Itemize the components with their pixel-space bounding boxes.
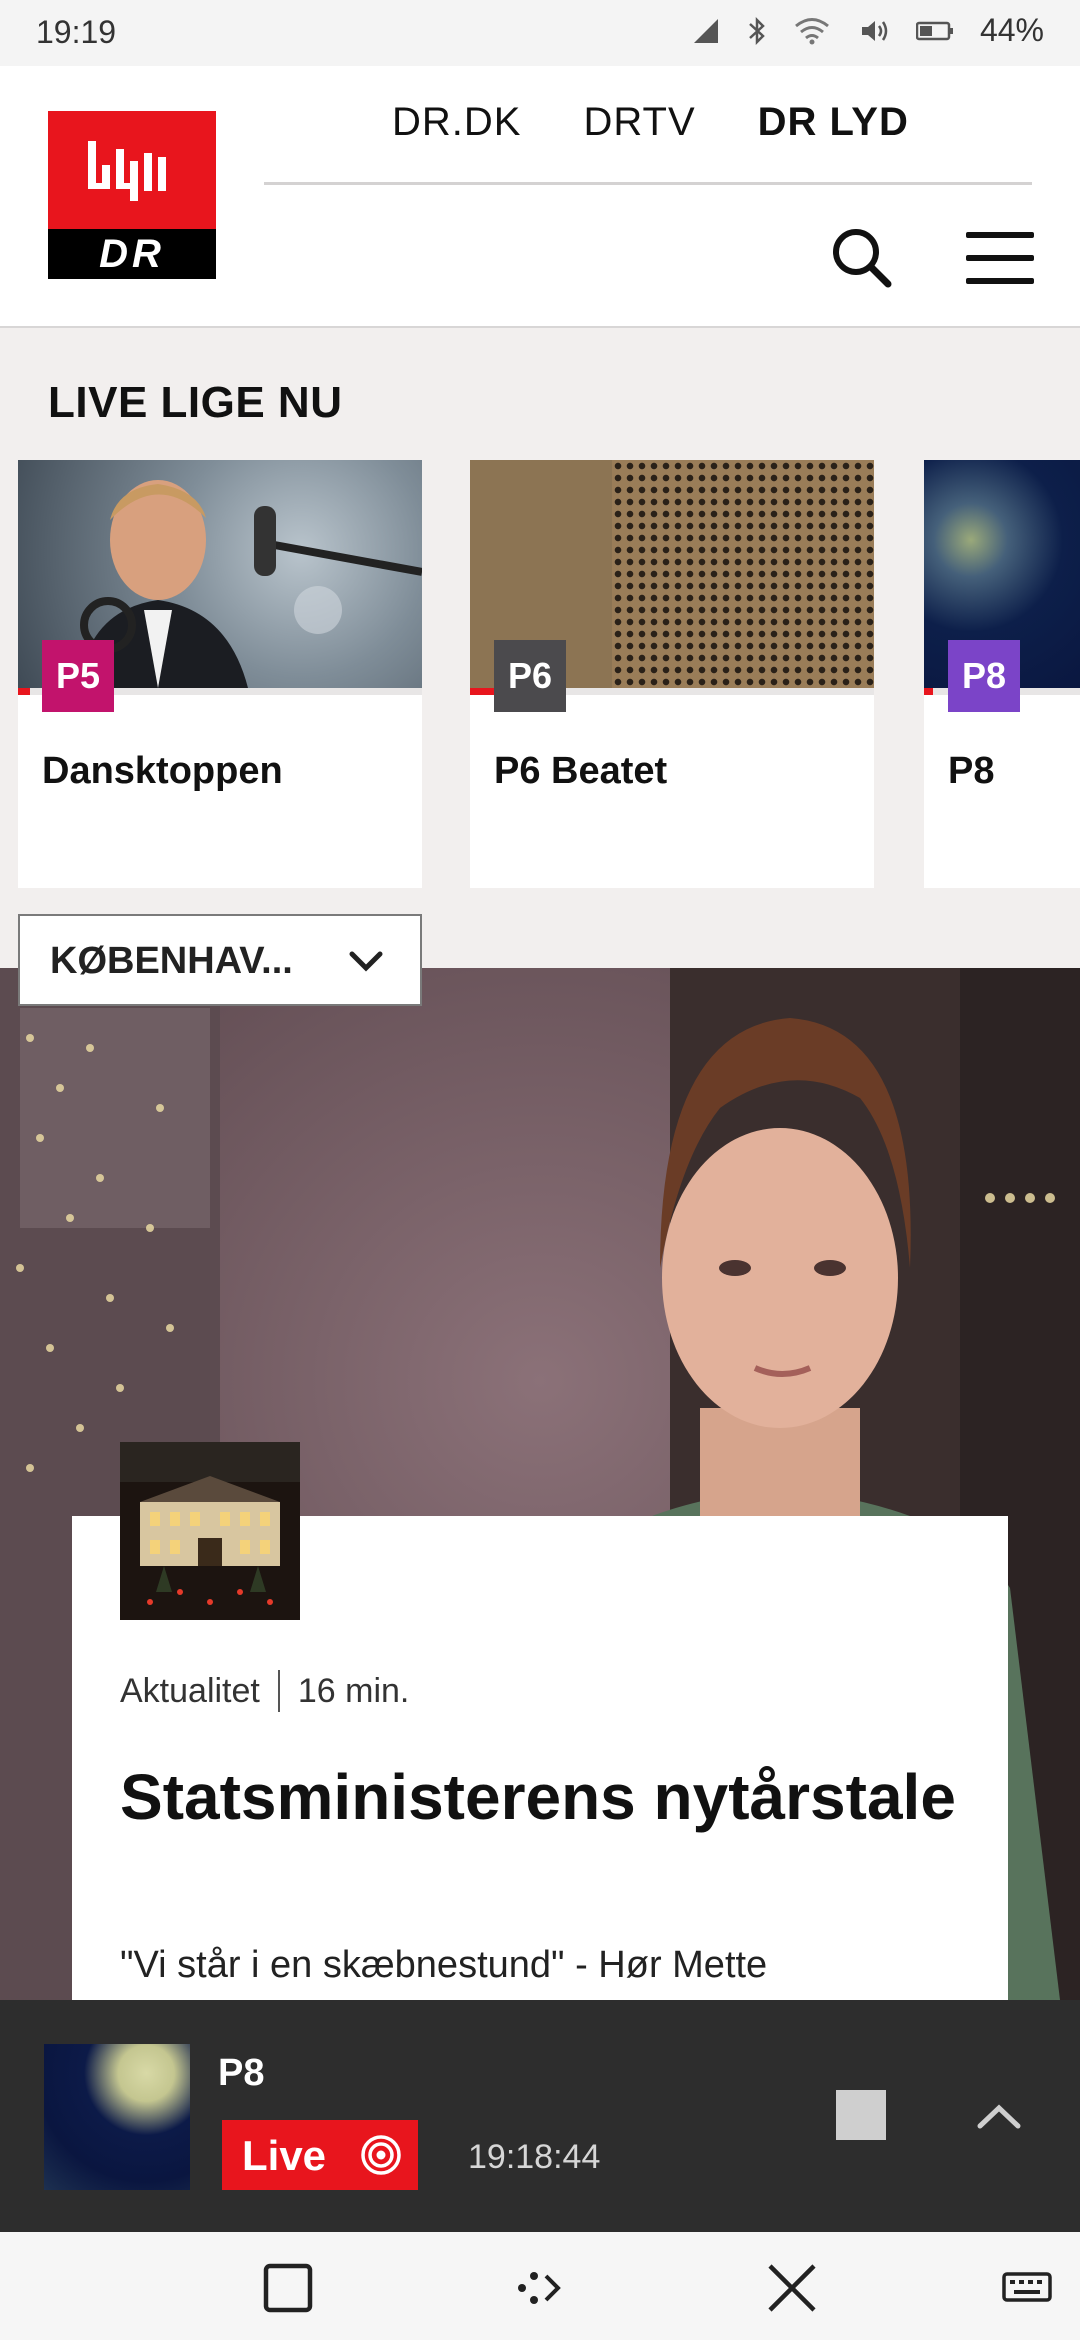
nav-drtv[interactable]: DRTV — [583, 100, 695, 145]
player-thumbnail — [44, 2044, 190, 2190]
article-subtitle: "Vi står i en skæbnestund" - Hør Mette — [120, 1944, 768, 1986]
wifi-icon — [795, 17, 829, 44]
bluetooth-icon — [749, 16, 765, 45]
region-label: KØBENHAV... — [50, 940, 293, 982]
live-section-title: LIVE LIGE NU — [48, 378, 343, 427]
region-select[interactable]: KØBENHAV... — [18, 914, 422, 1006]
system-nav-bar — [0, 2232, 1080, 2340]
logo-bars-icon — [88, 141, 166, 201]
keyboard-icon[interactable] — [1000, 2260, 1056, 2316]
dotted-pattern — [612, 460, 874, 688]
top-nav: DR.DK DRTV DR LYD — [392, 100, 909, 145]
player-time: 19:18:44 — [468, 2138, 601, 2176]
card-title: P6 Beatet — [494, 750, 668, 792]
channel-badge: P6 — [494, 640, 566, 712]
channel-badge: P5 — [42, 640, 114, 712]
signal-icon — [693, 18, 718, 43]
article-thumbnail — [120, 1442, 300, 1620]
live-card-p8[interactable]: P8 P8 — [924, 460, 1080, 888]
battery-level: 44% — [979, 12, 1044, 48]
channel-badge: P8 — [948, 640, 1020, 712]
article-meta: Aktualitet 16 min. — [120, 1670, 409, 1712]
status-bar: 19:19 44% — [0, 0, 1080, 66]
progress-fill — [924, 688, 934, 695]
article-category[interactable]: Aktualitet — [120, 1672, 260, 1711]
residence-image — [120, 1442, 300, 1620]
battery-icon — [915, 21, 953, 40]
menu-icon[interactable] — [966, 230, 1036, 286]
nav-divider — [264, 182, 1032, 185]
home-gesture-icon[interactable] — [512, 2260, 568, 2316]
live-badge: Live — [222, 2120, 418, 2190]
nav-dr-lyd[interactable]: DR LYD — [758, 100, 909, 145]
vibrate-icon — [861, 20, 888, 41]
article-title[interactable]: Statsministerens nytårstale — [120, 1752, 960, 1842]
live-card-p6[interactable]: P6 P6 Beatet — [470, 460, 874, 888]
player-channel: P8 — [218, 2052, 265, 2094]
chevron-down-icon — [349, 951, 383, 972]
close-icon[interactable] — [764, 2260, 820, 2316]
live-broadcast-icon — [361, 2135, 401, 2175]
progress-fill — [18, 688, 31, 695]
card-title: P8 — [948, 750, 995, 792]
search-icon[interactable] — [830, 226, 894, 290]
dr-logo[interactable]: DR — [48, 111, 216, 279]
live-card-p5[interactable]: P5 Dansktoppen — [18, 460, 422, 888]
status-time: 19:19 — [36, 14, 117, 50]
chevron-up-icon[interactable] — [974, 2098, 1024, 2132]
progress-fill — [470, 688, 495, 695]
live-label: Live — [242, 2132, 327, 2179]
site-header: DR DR.DK DRTV DR LYD — [0, 66, 1080, 328]
stop-button[interactable] — [836, 2090, 886, 2140]
nav-dr-dk[interactable]: DR.DK — [392, 100, 521, 145]
article-duration: 16 min. — [297, 1671, 410, 1710]
recents-icon[interactable] — [260, 2260, 316, 2316]
logo-text: DR — [48, 229, 216, 279]
meta-divider — [277, 1670, 280, 1712]
mini-player[interactable]: P8 Live 19:18:44 — [0, 2000, 1080, 2232]
card-title: Dansktoppen — [42, 750, 283, 792]
